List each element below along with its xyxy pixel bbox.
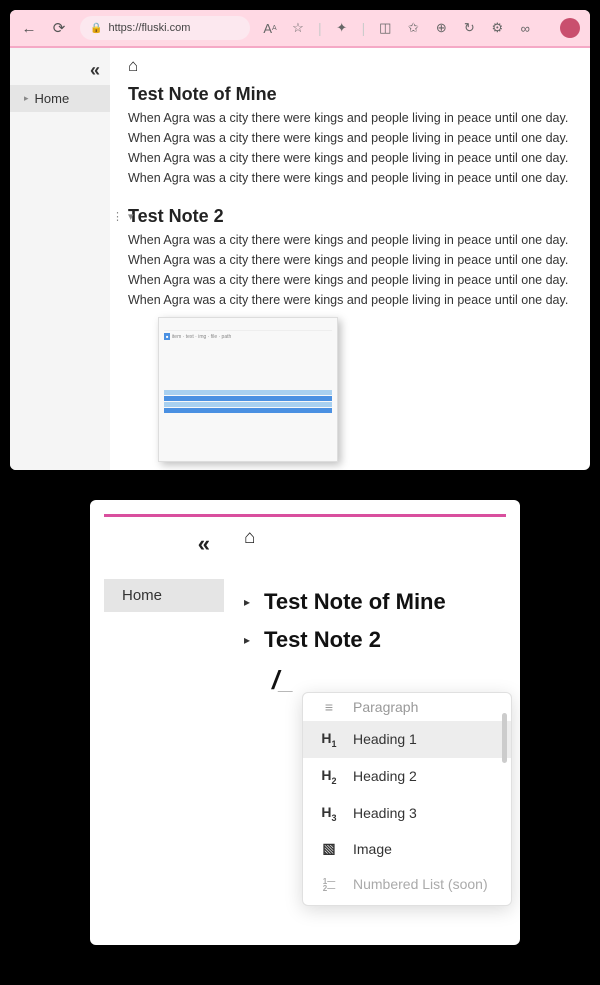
outline-item[interactable]: ▸ Test Note of Mine xyxy=(244,589,506,615)
sidebar-item-home[interactable]: Home xyxy=(104,579,224,612)
caret-icon: ▸ xyxy=(24,93,29,104)
note-block[interactable]: ⋮⋮ ▾ Test Note 2 When Agra was a city th… xyxy=(128,206,572,463)
refresh-button[interactable]: ⟳ xyxy=(50,19,68,37)
menu-item-label: Paragraph xyxy=(353,699,418,715)
split-icon[interactable]: ◫ xyxy=(377,20,393,36)
settings-icon[interactable]: ⚙ xyxy=(489,20,505,36)
menu-item-paragraph[interactable]: ≡ Paragraph xyxy=(303,697,511,721)
slash-menu: ≡ Paragraph H1 Heading 1 H2 Heading 2 H3… xyxy=(302,692,512,906)
h3-icon: H3 xyxy=(319,804,339,823)
menu-item-heading2[interactable]: H2 Heading 2 xyxy=(303,758,511,795)
note-paragraph: When Agra was a city there were kings an… xyxy=(128,109,572,127)
menu-item-label: Heading 3 xyxy=(353,805,417,821)
url-bar[interactable]: 🔒 https://fluski.com xyxy=(80,16,250,40)
note-block[interactable]: Test Note of Mine When Agra was a city t… xyxy=(128,84,572,188)
extensions-icon[interactable]: ✦ xyxy=(334,20,350,36)
collections-icon[interactable]: ⊕ xyxy=(433,20,449,36)
outline-title: Test Note 2 xyxy=(264,627,381,653)
note-title: Test Note 2 xyxy=(128,206,572,227)
drag-handle-icon[interactable]: ⋮⋮ ▾ xyxy=(110,210,135,223)
favorites-icon[interactable]: ✩ xyxy=(405,20,421,36)
browser-chrome: ← ⟳ 🔒 https://fluski.com AA ☆ | ✦ | ◫ ✩ … xyxy=(10,10,590,48)
h1-icon: H1 xyxy=(319,730,339,749)
outline-item[interactable]: ▸ Test Note 2 xyxy=(244,627,506,653)
url-text: https://fluski.com xyxy=(108,22,190,34)
menu-item-label: Numbered List (soon) xyxy=(353,876,488,892)
outline-title: Test Note of Mine xyxy=(264,589,446,615)
note-paragraph: When Agra was a city there were kings an… xyxy=(128,129,572,147)
note-paragraph: When Agra was a city there were kings an… xyxy=(128,291,572,309)
menu-item-label: Heading 1 xyxy=(353,731,417,747)
sidebar-item-home[interactable]: ▸ Home xyxy=(10,85,110,112)
menu-item-label: Image xyxy=(353,841,392,857)
sidebar-item-label: Home xyxy=(122,587,162,604)
main-content: ⌂ ▸ Test Note of Mine ▸ Test Note 2 /_ xyxy=(224,517,506,931)
sidebar: « Home xyxy=(104,517,224,931)
scrollbar[interactable] xyxy=(502,713,507,763)
bullet-icon: ▸ xyxy=(244,633,250,647)
profile-avatar[interactable] xyxy=(560,18,580,38)
h2-icon: H2 xyxy=(319,767,339,786)
note-paragraph: When Agra was a city there were kings an… xyxy=(128,251,572,269)
back-button[interactable]: ← xyxy=(20,19,38,37)
text-size-icon[interactable]: AA xyxy=(262,20,278,36)
menu-item-numbered-list: 1—2— Numbered List (soon) xyxy=(303,866,511,900)
note-paragraph: When Agra was a city there were kings an… xyxy=(128,169,572,187)
sidebar-item-label: Home xyxy=(35,91,70,106)
star-icon[interactable]: ☆ xyxy=(290,20,306,36)
home-icon[interactable]: ⌂ xyxy=(128,56,572,76)
bullet-icon: ▸ xyxy=(244,595,250,609)
menu-item-label: Heading 2 xyxy=(353,768,417,784)
sidebar: « ▸ Home xyxy=(10,48,110,470)
collapse-sidebar-icon[interactable]: « xyxy=(10,56,110,85)
note-paragraph: When Agra was a city there were kings an… xyxy=(128,271,572,289)
embedded-image[interactable]: ■ item · text · img · file · path xyxy=(158,317,338,462)
outline-list: ▸ Test Note of Mine ▸ Test Note 2 /_ xyxy=(244,589,506,696)
lock-icon: 🔒 xyxy=(90,23,102,34)
app-window-mobile: « Home ⌂ ▸ Test Note of Mine ▸ Test Note… xyxy=(90,500,520,945)
note-paragraph: When Agra was a city there were kings an… xyxy=(128,149,572,167)
history-icon[interactable]: ↻ xyxy=(461,20,477,36)
paragraph-icon: ≡ xyxy=(319,699,339,715)
app-body: « ▸ Home ⌂ Test Note of Mine When Agra w… xyxy=(10,48,590,470)
menu-item-image[interactable]: ▧ Image xyxy=(303,831,511,866)
numbered-list-icon: 1—2— xyxy=(319,875,339,891)
home-icon[interactable]: ⌂ xyxy=(244,527,506,549)
note-title: Test Note of Mine xyxy=(128,84,572,105)
main-content: ⌂ Test Note of Mine When Agra was a city… xyxy=(110,48,590,470)
image-icon: ▧ xyxy=(319,840,339,857)
menu-item-heading3[interactable]: H3 Heading 3 xyxy=(303,795,511,832)
link-icon[interactable]: ∞ xyxy=(517,20,533,36)
menu-item-heading1[interactable]: H1 Heading 1 xyxy=(303,721,511,758)
note-paragraph: When Agra was a city there were kings an… xyxy=(128,231,572,249)
collapse-sidebar-icon[interactable]: « xyxy=(104,527,224,561)
browser-window: ← ⟳ 🔒 https://fluski.com AA ☆ | ✦ | ◫ ✩ … xyxy=(10,10,590,470)
